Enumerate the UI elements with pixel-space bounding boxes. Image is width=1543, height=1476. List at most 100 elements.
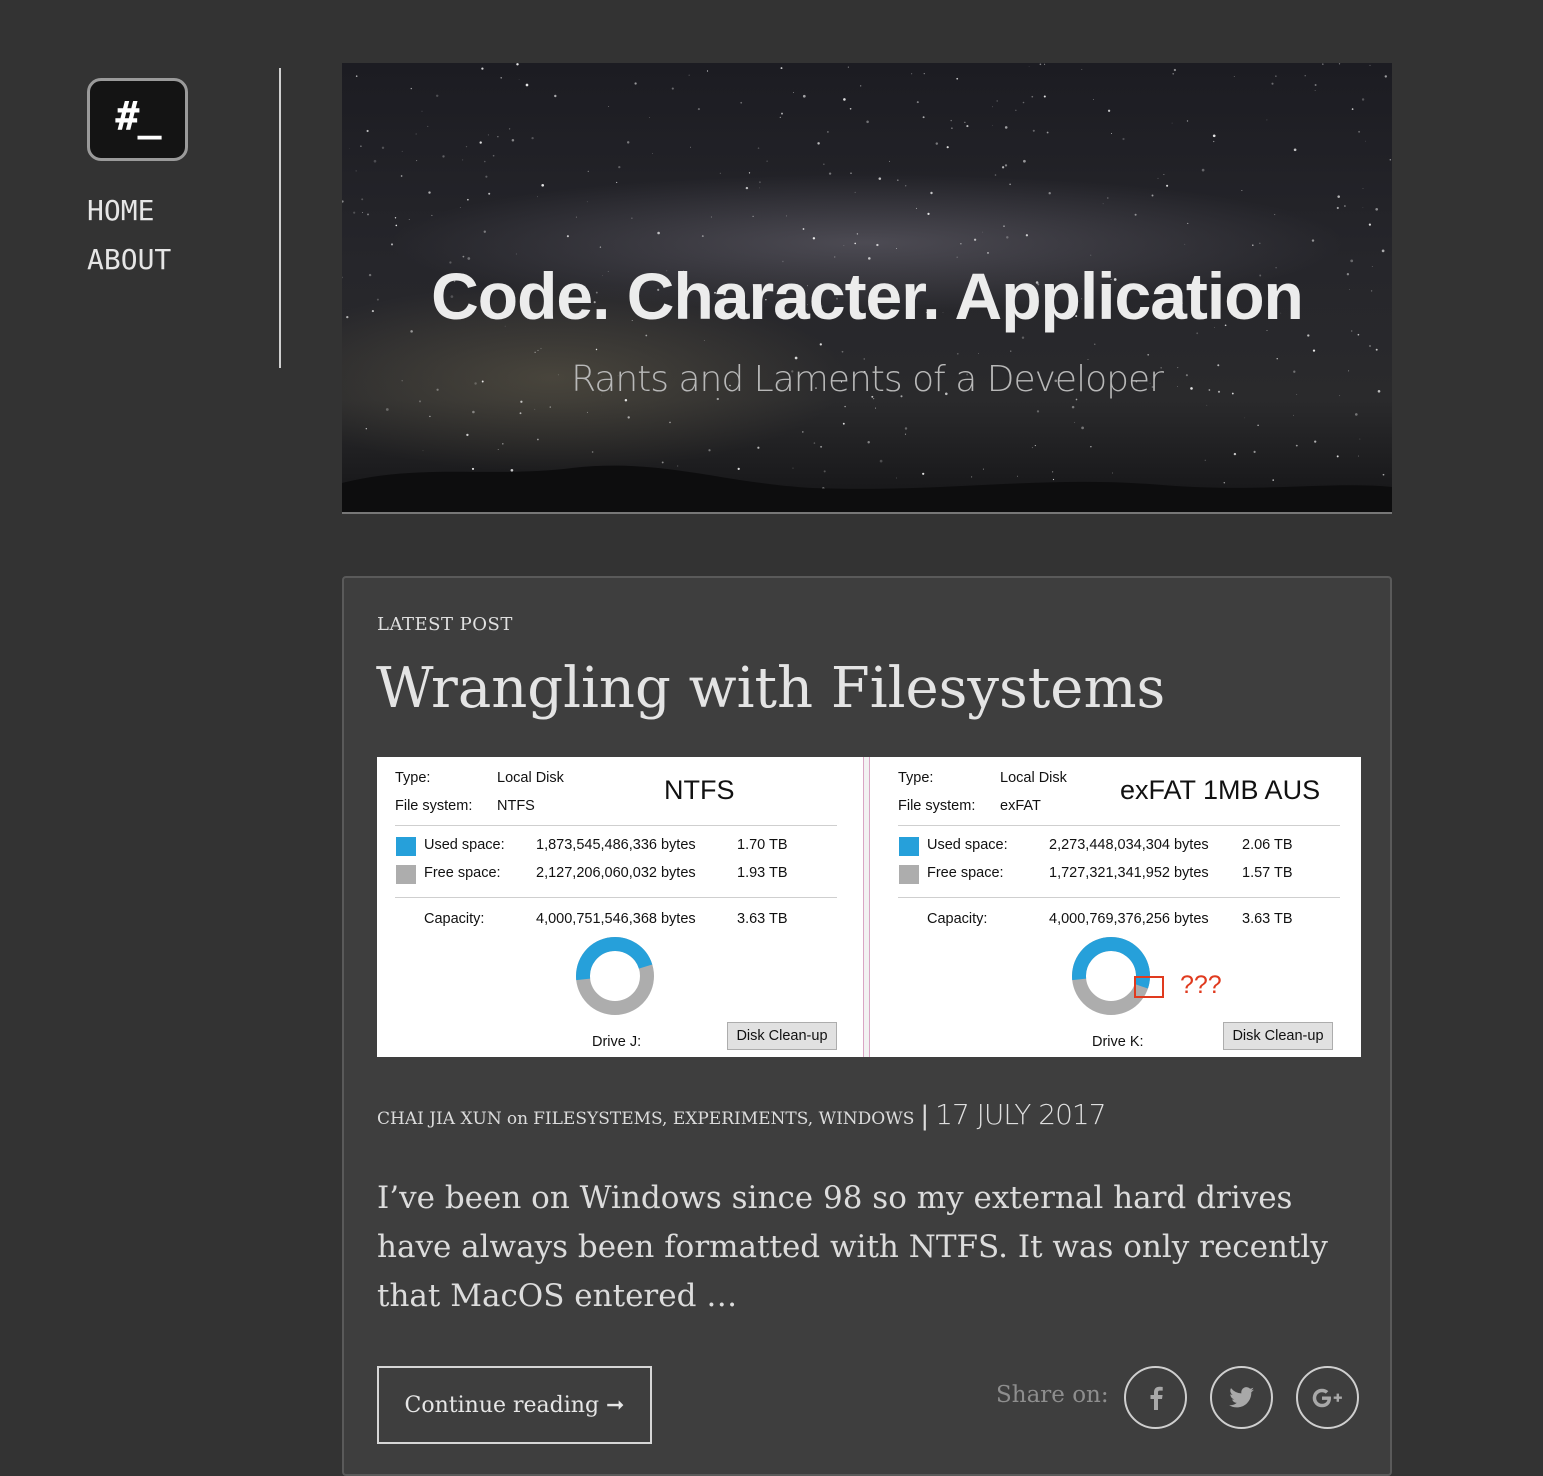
site-subtitle: Rants and Laments of a Developer	[571, 359, 1164, 400]
star	[1272, 479, 1274, 481]
continue-reading-button[interactable]: Continue reading ➞	[377, 1366, 652, 1444]
fs-value: exFAT	[1000, 798, 1041, 814]
star	[467, 198, 469, 201]
star	[889, 160, 890, 162]
nav-about[interactable]: ABOUT	[87, 235, 171, 284]
twitter-share-button[interactable]	[1210, 1366, 1273, 1429]
google-plus-share-button[interactable]	[1296, 1366, 1359, 1429]
star	[634, 82, 637, 85]
nav-home[interactable]: HOME	[87, 186, 171, 235]
star	[1092, 99, 1094, 100]
post-meta: CHAI JIA XUN on FILESYSTEMS, EXPERIMENTS…	[377, 1098, 1107, 1131]
star	[1163, 174, 1165, 175]
star	[1022, 101, 1025, 104]
star	[1025, 234, 1029, 237]
star	[488, 192, 491, 195]
post-featured-image[interactable]: Type: Local Disk File system: NTFS NTFS …	[377, 757, 1361, 1057]
star	[410, 87, 413, 90]
star	[875, 407, 877, 409]
star	[1357, 455, 1360, 457]
star	[966, 125, 969, 128]
main-nav: HOME ABOUT	[87, 186, 171, 284]
star	[1015, 109, 1017, 111]
star	[1274, 214, 1276, 216]
type-label: Type:	[395, 770, 431, 786]
star	[1171, 122, 1173, 124]
star	[922, 116, 925, 119]
star	[982, 231, 984, 233]
star	[415, 133, 417, 135]
star	[360, 145, 362, 148]
star	[422, 450, 424, 452]
star	[435, 94, 439, 98]
star	[1213, 140, 1215, 143]
star	[922, 472, 925, 475]
star	[916, 101, 919, 104]
star	[401, 150, 403, 152]
star	[1204, 459, 1206, 461]
star	[1021, 336, 1025, 339]
star	[516, 63, 519, 66]
star	[758, 181, 761, 184]
star	[479, 141, 482, 144]
star	[483, 230, 486, 233]
star	[737, 467, 740, 471]
logo-text: #_	[115, 93, 161, 140]
star	[935, 142, 939, 145]
star	[843, 245, 845, 246]
star	[616, 181, 618, 183]
star	[519, 412, 522, 415]
star	[549, 406, 551, 408]
star	[1147, 353, 1150, 356]
site-logo[interactable]: #_	[87, 78, 188, 161]
star	[1307, 334, 1310, 337]
star	[466, 433, 469, 437]
star	[1337, 195, 1340, 198]
star	[1157, 177, 1159, 179]
drive-label: Drive J:	[592, 1034, 642, 1050]
star	[587, 170, 590, 173]
star	[1361, 98, 1365, 101]
star	[780, 67, 783, 70]
divider	[898, 825, 1340, 826]
star	[1382, 473, 1385, 476]
star	[541, 183, 545, 187]
star	[719, 172, 721, 174]
star	[792, 92, 794, 94]
star	[1081, 426, 1084, 430]
star	[812, 237, 816, 240]
star	[459, 206, 461, 208]
star	[385, 408, 389, 411]
star	[1006, 236, 1009, 239]
star	[537, 349, 539, 351]
free-label: Free space:	[424, 865, 501, 881]
star	[813, 442, 816, 444]
type-label: Type:	[898, 770, 934, 786]
star	[1362, 188, 1364, 190]
facebook-share-button[interactable]	[1124, 1366, 1187, 1429]
post-tags-link[interactable]: FILESYSTEMS, EXPERIMENTS, WINDOWS	[533, 1109, 914, 1129]
star	[554, 94, 557, 98]
star	[1314, 84, 1317, 86]
star	[365, 428, 367, 430]
star	[1336, 455, 1339, 458]
disk-cleanup-button: Disk Clean-up	[1223, 1022, 1333, 1050]
star	[856, 233, 859, 235]
star	[956, 352, 959, 355]
star	[575, 216, 577, 218]
post-author-link[interactable]: CHAI JIA XUN	[377, 1109, 502, 1129]
star	[1107, 109, 1111, 112]
post-title[interactable]: Wrangling with Filesystems	[376, 656, 1165, 721]
star	[657, 231, 660, 235]
star	[510, 468, 514, 472]
star	[515, 253, 517, 255]
star	[1172, 72, 1175, 75]
star	[1031, 95, 1034, 98]
star	[669, 421, 671, 424]
disk-cleanup-button: Disk Clean-up	[727, 1022, 837, 1050]
fs-value: NTFS	[497, 798, 535, 814]
star	[905, 185, 907, 187]
star	[373, 159, 377, 163]
star	[1244, 417, 1246, 419]
latest-post-label: LATEST POST	[377, 614, 513, 635]
